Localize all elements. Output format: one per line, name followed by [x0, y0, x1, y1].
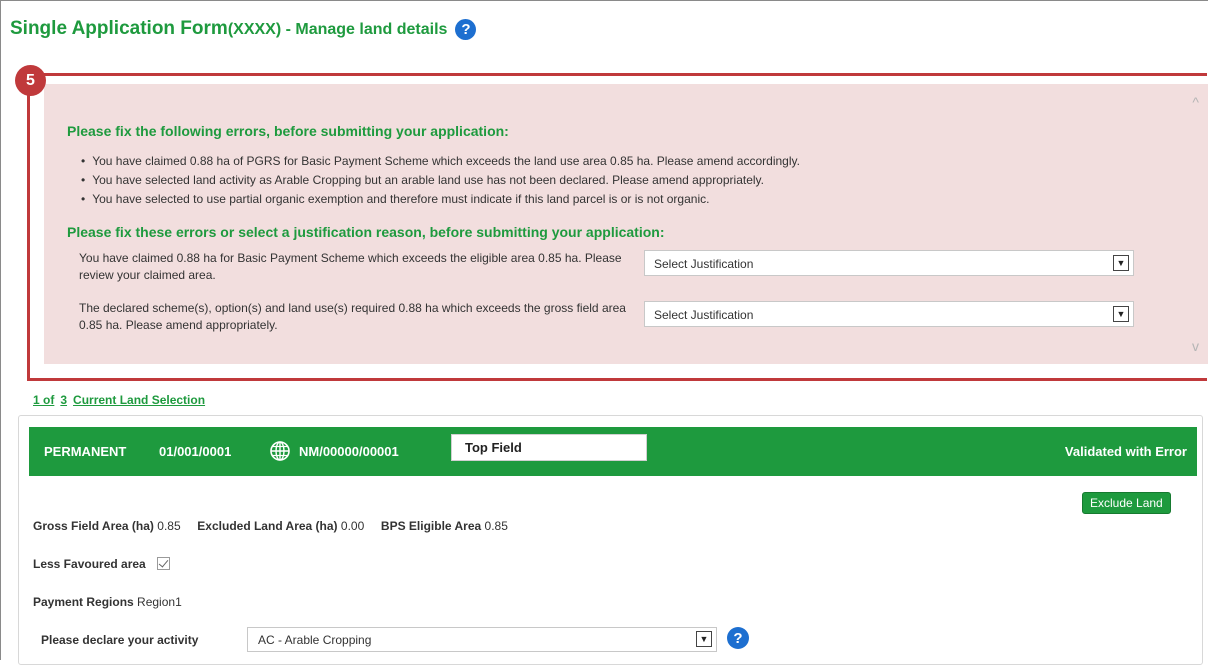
scroll-down-icon[interactable]: v: [1192, 338, 1199, 354]
error-item: You have selected to use partial organic…: [90, 190, 800, 209]
errors-heading: Please fix the following errors, before …: [67, 123, 509, 139]
land-card: PERMANENT 01/001/0001 NM/00000/00001 Top…: [18, 415, 1203, 665]
justification-select[interactable]: Select Justification ▼: [644, 250, 1134, 276]
selection-label: Current Land Selection: [73, 393, 206, 407]
excluded-area-value: 0.00: [340, 519, 365, 533]
justification-select-value: Select Justification: [654, 257, 754, 271]
help-icon[interactable]: ?: [455, 18, 477, 40]
page-title: Single Application Form(XXXX) - Manage l…: [10, 18, 477, 40]
chevron-down-icon: ▼: [1113, 255, 1129, 271]
justification-select[interactable]: Select Justification ▼: [644, 301, 1134, 327]
bps-area-label: BPS Eligible Area: [380, 519, 482, 533]
exclude-land-button[interactable]: Exclude Land: [1082, 492, 1171, 514]
globe-icon[interactable]: [269, 440, 291, 462]
lfa-label: Less Favoured area: [33, 557, 146, 571]
land-status-type: PERMANENT: [44, 444, 127, 459]
justification-row: The declared scheme(s), option(s) and la…: [79, 300, 1139, 334]
justification-select-value: Select Justification: [654, 308, 754, 322]
current-land-selection-link[interactable]: 1 of 3 Current Land Selection: [33, 393, 211, 407]
validation-status: Validated with Error: [1064, 444, 1187, 459]
step-badge: 5: [15, 65, 46, 96]
activity-label: Please declare your activity: [41, 633, 199, 647]
gross-area-label: Gross Field Area (ha): [33, 519, 154, 533]
payment-regions-value: Region1: [137, 595, 182, 609]
activity-select[interactable]: AC - Arable Cropping ▼: [247, 627, 717, 652]
land-header: PERMANENT 01/001/0001 NM/00000/00001 Top…: [29, 427, 1197, 476]
chevron-down-icon: ▼: [1113, 306, 1129, 322]
error-item: You have selected land activity as Arabl…: [90, 171, 800, 190]
justification-heading: Please fix these errors or select a just…: [67, 224, 665, 240]
justification-row: You have claimed 0.88 ha for Basic Payme…: [79, 250, 1139, 284]
excluded-area-label: Excluded Land Area (ha): [197, 519, 338, 533]
payment-regions-row: Payment Regions Region1: [33, 595, 182, 609]
error-panel: ^ v Please fix the following errors, bef…: [44, 84, 1208, 364]
justification-text: You have claimed 0.88 ha for Basic Payme…: [79, 251, 622, 282]
lfa-row: Less Favoured area: [33, 557, 171, 571]
lfa-checkbox[interactable]: [157, 557, 171, 570]
field-name-input[interactable]: Top Field: [451, 434, 647, 461]
activity-select-value: AC - Arable Cropping: [258, 633, 372, 647]
justification-text: The declared scheme(s), option(s) and la…: [79, 301, 626, 332]
help-icon[interactable]: ?: [727, 627, 749, 649]
error-item: You have claimed 0.88 ha of PGRS for Bas…: [90, 152, 800, 171]
gross-area-value: 0.85: [157, 519, 181, 533]
scroll-up-icon[interactable]: ^: [1192, 94, 1199, 110]
selection-total: 3: [60, 393, 68, 407]
bps-area-value: 0.85: [484, 519, 508, 533]
selection-current: 1 of: [33, 393, 55, 407]
page-title-text: Single Application Form(XXXX) - Manage l…: [10, 18, 448, 39]
chevron-down-icon: ▼: [696, 631, 712, 647]
map-ref: NM/00000/00001: [299, 444, 399, 459]
parcel-ref: 01/001/0001: [159, 444, 232, 459]
area-summary: Gross Field Area (ha) 0.85 Excluded Land…: [33, 519, 508, 533]
payment-regions-label: Payment Regions: [33, 595, 134, 609]
errors-list: You have claimed 0.88 ha of PGRS for Bas…: [90, 152, 800, 209]
